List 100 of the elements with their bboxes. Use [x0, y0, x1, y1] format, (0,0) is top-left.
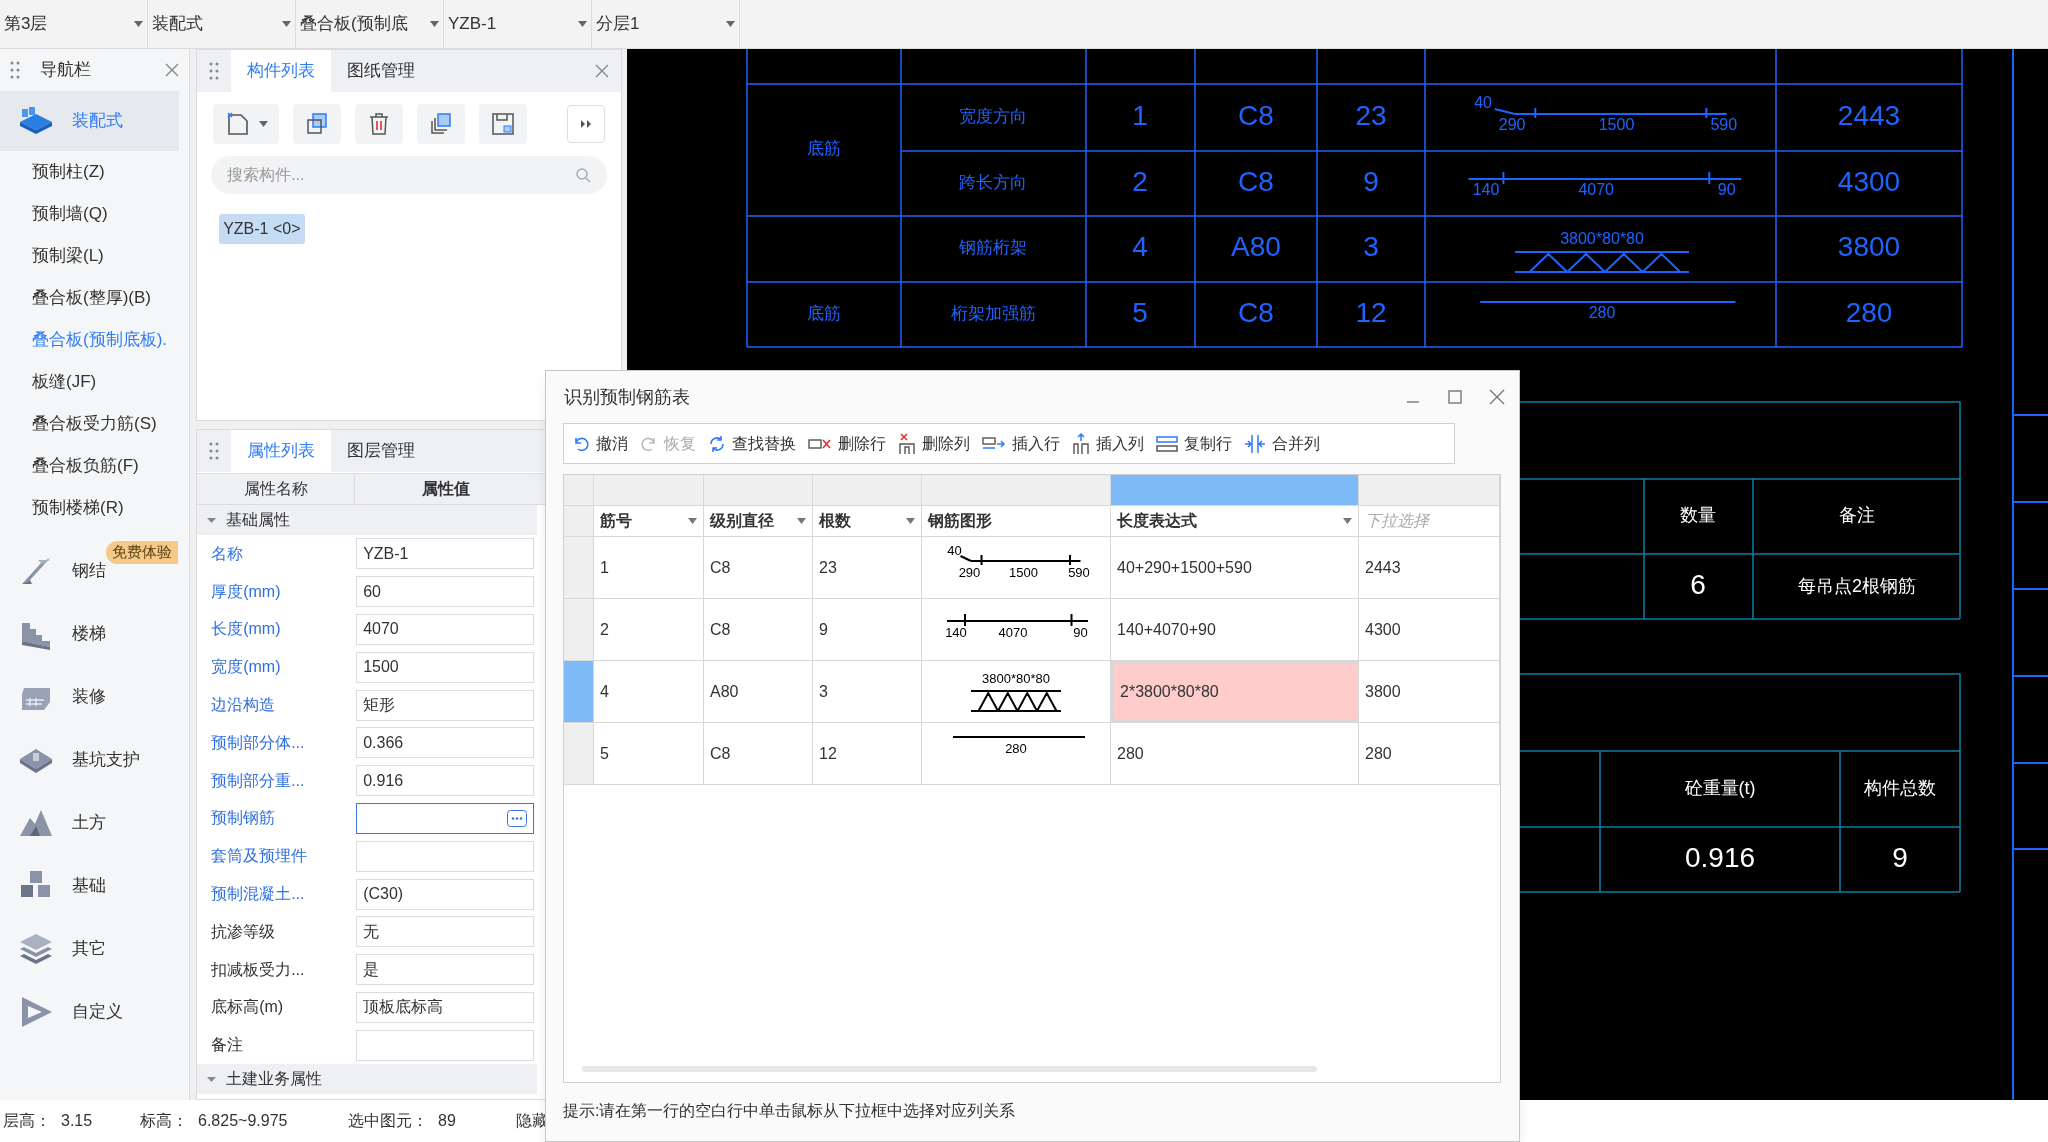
level-dropdown[interactable]: 分层1 — [592, 0, 740, 48]
level-dropdown[interactable]: 叠合板(预制底 — [296, 0, 444, 48]
module-label[interactable]: 钢结 — [72, 557, 106, 584]
toolbar-button[interactable] — [479, 104, 528, 144]
scrollbar[interactable] — [582, 1066, 1317, 1072]
property-field[interactable]: 1500 — [356, 651, 535, 683]
hint-text: 提示:请在第一行的空白行中单击鼠标从下拉框中选择对应列关系 — [563, 1101, 1017, 1121]
more-button[interactable] — [567, 105, 605, 143]
toolbar-button[interactable]: 撤消 — [572, 431, 628, 456]
maximize-icon[interactable] — [1447, 389, 1463, 405]
module-label[interactable]: 楼梯 — [72, 620, 106, 647]
property-field[interactable]: (C30) — [356, 878, 535, 910]
toolbar-button[interactable]: 插入列 — [1072, 431, 1144, 456]
toolbar-button[interactable] — [213, 104, 280, 144]
property-field[interactable]: YZB-1 — [356, 538, 535, 570]
module-label[interactable]: 其它 — [72, 935, 106, 962]
toolbar-button[interactable]: 删除列 — [898, 431, 970, 456]
dimension-label: 290 — [1498, 116, 1526, 133]
property-name: 备注 — [210, 1035, 245, 1056]
drawing-text: 桁架加强筋 — [950, 304, 1036, 323]
column-header[interactable]: 根数 — [813, 506, 922, 536]
table-cell: 4 — [594, 661, 704, 722]
dimension-label: 140 — [1472, 181, 1500, 198]
table-cell: 2 — [594, 599, 704, 660]
drag-handle-icon[interactable] — [10, 61, 20, 79]
caret-icon — [797, 518, 806, 524]
level-dropdown[interactable]: 第3层 — [0, 0, 148, 48]
level-dropdown[interactable]: YZB-1 — [444, 0, 592, 48]
dimension-label: 140 — [945, 624, 967, 640]
column-header[interactable]: 级别直径 — [704, 506, 813, 536]
dimension-label: 1500 — [1598, 116, 1635, 133]
nav-item[interactable]: 预制楼梯(R) — [0, 487, 190, 529]
drawing-text: 4300 — [1837, 165, 1901, 197]
dimension-label: 40 — [947, 542, 962, 558]
nav-item[interactable]: 预制柱(Z) — [0, 151, 190, 193]
panel-tab[interactable]: 属性列表 — [231, 430, 332, 472]
dimension-label: 90 — [1717, 181, 1736, 198]
module-label[interactable]: 基础 — [72, 872, 106, 899]
component-item[interactable]: YZB-1 <0> — [219, 214, 305, 244]
table-cell: 9 — [813, 599, 922, 660]
caret-icon — [282, 21, 291, 27]
property-field[interactable]: 0.366 — [356, 727, 535, 759]
drag-handle-icon[interactable] — [209, 442, 220, 460]
group-header[interactable]: 基础属性 — [197, 505, 538, 535]
nav-item[interactable]: 叠合板负筋(F) — [0, 445, 190, 487]
property-name: 预制部分重... — [210, 770, 306, 791]
mapping-cell[interactable] — [1111, 475, 1359, 505]
property-field[interactable]: 矩形 — [356, 689, 535, 721]
panel-tab[interactable]: 图层管理 — [331, 430, 432, 472]
caret-icon — [726, 21, 735, 27]
property-field[interactable]: 无 — [356, 916, 535, 948]
property-field[interactable]: 0.916 — [356, 765, 535, 797]
panel-tab[interactable]: 图纸管理 — [331, 50, 432, 92]
dimension-label: 590 — [1710, 116, 1738, 133]
close-icon[interactable] — [1489, 389, 1505, 405]
toolbar-button[interactable]: 插入行 — [982, 431, 1060, 456]
level-dropdown[interactable]: 装配式 — [148, 0, 296, 48]
column-header[interactable]: 筋号 — [594, 506, 704, 536]
drawing-text: 2 — [1132, 165, 1148, 197]
property-field[interactable] — [356, 802, 535, 834]
toolbar-button[interactable]: 合并列 — [1244, 431, 1320, 456]
module-label[interactable]: 装修 — [72, 683, 106, 710]
nav-item[interactable]: 预制墙(Q) — [0, 193, 190, 235]
delete-column-icon — [898, 432, 916, 455]
panel-tab[interactable]: 构件列表 — [231, 50, 332, 92]
nav-item[interactable]: 预制梁(L) — [0, 235, 190, 277]
row-header[interactable] — [564, 661, 594, 722]
toolbar-button[interactable] — [355, 104, 404, 144]
merge-columns-icon — [1244, 433, 1266, 454]
toolbar-button[interactable]: 复制行 — [1156, 431, 1232, 456]
drawing-text: 0.916 — [1684, 842, 1756, 874]
property-field[interactable]: 顶板底标高 — [356, 991, 535, 1023]
drawing-text: 9 — [1363, 165, 1379, 197]
close-icon[interactable] — [165, 63, 180, 77]
group-header[interactable]: 土建业务属性 — [197, 1064, 538, 1095]
new-file-icon — [224, 111, 251, 137]
toolbar-button[interactable]: 删除行 — [808, 431, 886, 456]
module-label[interactable]: 基坑支护 — [72, 746, 140, 773]
ellipsis-button[interactable] — [507, 809, 528, 827]
nav-item[interactable]: 叠合板(整厚)(B) — [0, 277, 190, 319]
property-field[interactable]: 是 — [356, 954, 535, 986]
nav-item[interactable]: 板缝(JF) — [0, 361, 190, 403]
column-header[interactable]: 钢筋图形 — [922, 506, 1111, 536]
module-label[interactable]: 自定义 — [72, 998, 123, 1025]
nav-item[interactable]: 叠合板(预制底板). — [0, 319, 190, 361]
search-field[interactable]: 搜索构件... — [211, 156, 607, 194]
toolbar-button[interactable] — [293, 104, 342, 144]
drawing-text: 3800 — [1837, 231, 1901, 263]
close-icon[interactable] — [595, 64, 609, 78]
drag-handle-icon[interactable] — [209, 62, 220, 80]
toolbar-button[interactable]: 查找替换 — [708, 431, 796, 456]
trial-badge[interactable]: 免费体验 — [106, 541, 178, 564]
property-field[interactable]: 60 — [356, 576, 535, 608]
column-header[interactable]: 长度表达式 — [1111, 506, 1359, 536]
property-field[interactable]: 4070 — [356, 614, 535, 645]
module-label[interactable]: 土方 — [72, 809, 106, 836]
nav-item[interactable]: 叠合板受力筋(S) — [0, 403, 190, 445]
toolbar-button[interactable] — [417, 104, 466, 144]
drawing-text: 钢筋桁架 — [959, 238, 1027, 258]
status-value: 89 — [438, 1111, 456, 1131]
